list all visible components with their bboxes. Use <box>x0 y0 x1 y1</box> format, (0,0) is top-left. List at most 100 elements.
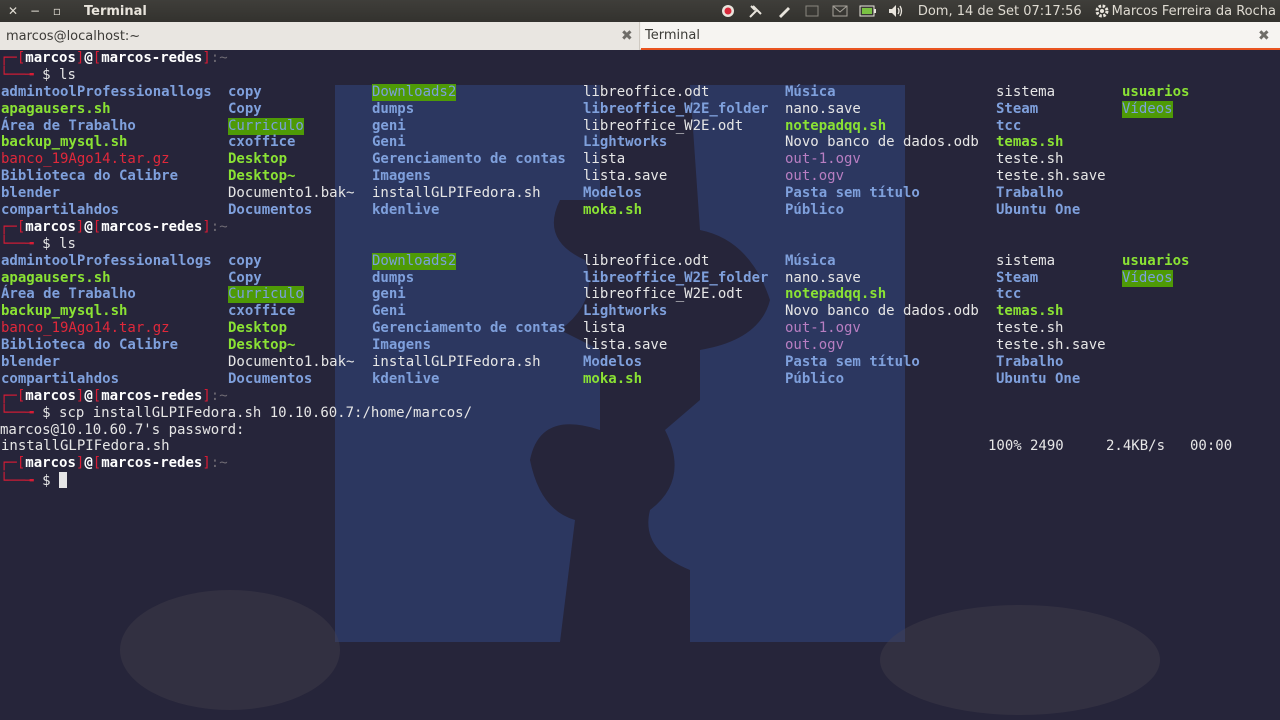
prompt-symbol: $ <box>42 66 51 83</box>
gear-icon <box>1092 0 1112 22</box>
prompt-command: └──╼ $ <box>0 472 1280 489</box>
scp-time: 00:00 <box>1190 438 1233 455</box>
tab-label: Terminal <box>645 27 700 43</box>
minimize-window-icon[interactable]: − <box>24 4 46 18</box>
tab-localhost[interactable]: marcos@localhost:~ ✖ <box>0 22 640 50</box>
file-entry: libreoffice_W2E_folder <box>583 269 769 286</box>
file-entry: dumps <box>372 100 415 117</box>
file-entry: Ubuntu One <box>996 370 1081 387</box>
file-entry: Curriculo <box>228 117 304 135</box>
ls-row: Biblioteca do Calibre Desktop~ Imagens list… <box>0 168 1280 185</box>
file-entry: sistema <box>996 83 1056 100</box>
prompt-host: marcos-redes <box>101 387 203 404</box>
file-entry: libreoffice_W2E.odt <box>583 286 744 303</box>
prompt-sep: [ <box>92 455 102 472</box>
pen-icon[interactable] <box>770 0 798 22</box>
tab-label: marcos@localhost:~ <box>6 28 141 44</box>
file-entry: Documentos <box>228 370 313 387</box>
close-tab-icon[interactable]: ✖ <box>1258 28 1270 44</box>
window-icon[interactable] <box>798 0 826 22</box>
file-entry: Área de Trabalho <box>1 286 136 303</box>
file-entry: temas.sh <box>996 303 1064 320</box>
prompt-corner: ┌─[ <box>0 218 26 235</box>
ls-row: compartilahdos Documentos kdenlive moka.sh P… <box>0 371 1280 388</box>
file-entry: kdenlive <box>372 370 440 387</box>
tab-terminal[interactable]: Terminal ✖ <box>641 22 1280 50</box>
file-entry: Pasta sem título <box>785 354 920 371</box>
close-window-icon[interactable]: ✕ <box>2 4 24 18</box>
record-icon[interactable] <box>714 0 742 22</box>
file-entry: copy <box>228 83 262 100</box>
user-menu[interactable]: Marcos Ferreira da Rocha <box>1092 0 1276 22</box>
file-entry: Modelos <box>583 354 643 371</box>
prompt-arrow: └──╼ <box>0 404 43 421</box>
prompt-sep: ] <box>202 387 211 404</box>
terminal-area[interactable]: ┌─[marcos]@[marcos-redes]:~ └──╼ $ ls admi… <box>0 50 1280 720</box>
user-name: Marcos Ferreira da Rocha <box>1111 3 1276 19</box>
file-entry: libreoffice_W2E_folder <box>583 100 769 117</box>
file-entry: lista.save <box>583 168 668 185</box>
file-entry: installGLPIFedora.sh <box>372 185 541 202</box>
ls-row: admintoolProfessionallogs copy Downloads2 l… <box>0 83 1280 101</box>
file-entry: admintoolProfessionallogs <box>1 83 212 100</box>
file-entry: Pasta sem título <box>785 185 920 202</box>
file-entry: Gerenciamento de contas <box>372 320 566 337</box>
prompt-user: marcos <box>25 387 76 404</box>
file-entry: Biblioteca do Calibre <box>1 168 179 185</box>
battery-icon[interactable] <box>854 0 882 22</box>
clock[interactable]: Dom, 14 de Set 07:17:56 <box>918 4 1082 19</box>
file-entry: apagausers.sh <box>1 100 111 117</box>
ls-row: Biblioteca do Calibre Desktop~ Imagens list… <box>0 337 1280 354</box>
file-entry: backup_mysql.sh <box>1 134 128 151</box>
file-entry: Ubuntu One <box>996 202 1081 219</box>
password-prompt: marcos@10.10.60.7's password: <box>0 422 1280 439</box>
volume-icon[interactable] <box>882 0 910 22</box>
file-entry: teste.sh.save <box>996 168 1106 185</box>
prompt-header: ┌─[marcos]@[marcos-redes]:~ <box>0 455 1280 472</box>
file-entry: Desktop~ <box>228 168 296 185</box>
prompt-host: marcos-redes <box>101 455 203 472</box>
ls-row: backup_mysql.sh cxoffice Geni Lightworks Nov… <box>0 303 1280 320</box>
drawing-tool-icon[interactable] <box>742 0 770 22</box>
prompt-command: └──╼ $ scp installGLPIFedora.sh 10.10.60… <box>0 405 1280 422</box>
file-entry: Desktop <box>228 151 288 168</box>
file-entry: blender <box>1 185 61 202</box>
prompt-tilde: :~ <box>210 218 228 235</box>
close-tab-icon[interactable]: ✖ <box>621 28 633 44</box>
file-entry: Vídeos <box>1122 100 1173 118</box>
file-entry: sistema <box>996 252 1056 269</box>
file-entry: blender <box>1 354 61 371</box>
scp-file: installGLPIFedora.sh <box>1 438 170 455</box>
prompt-sep: [ <box>92 50 102 66</box>
file-entry: Steam <box>996 100 1039 117</box>
prompt-sep: [ <box>92 218 102 235</box>
ls-row: Área de Trabalho Curriculo geni libreoffice… <box>0 286 1280 304</box>
command-text: scp installGLPIFedora.sh 10.10.60.7:/hom… <box>59 404 473 421</box>
file-entry: Lightworks <box>583 134 668 151</box>
file-entry: Público <box>785 202 845 219</box>
ls-row: admintoolProfessionallogs copy Downloads2 l… <box>0 252 1280 270</box>
file-entry: moka.sh <box>583 370 643 387</box>
ls-row: apagausers.sh Copy dumps libreoffice_W2E_fo… <box>0 269 1280 287</box>
file-entry: notepadqq.sh <box>785 286 887 303</box>
prompt-user: marcos <box>25 455 76 472</box>
command-text: ls <box>59 66 76 83</box>
file-entry: Geni <box>372 303 406 320</box>
file-entry: out-1.ogv <box>785 151 861 168</box>
file-entry: geni <box>372 117 406 134</box>
file-entry: Público <box>785 370 845 387</box>
file-entry: Documento1.bak~ <box>228 354 355 371</box>
prompt-arrow: └──╼ <box>0 473 43 490</box>
text-cursor[interactable] <box>59 472 68 489</box>
mail-icon[interactable] <box>826 0 854 22</box>
ls-row: blender Documento1.bak~ installGLPIFedora.… <box>0 185 1280 202</box>
maximize-window-icon[interactable]: ▫ <box>46 4 68 18</box>
scp-progress: installGLPIFedora.sh 100% 2490 2.4KB/s 00:00 <box>0 438 1280 455</box>
file-entry: Downloads2 <box>372 252 457 270</box>
file-entry: Documento1.bak~ <box>228 185 355 202</box>
system-tray: Dom, 14 de Set 07:17:56 Marcos Ferreira … <box>714 0 1280 22</box>
ls-row: apagausers.sh Copy dumps libreoffice_W2E_fo… <box>0 100 1280 118</box>
prompt-arrow: └──╼ <box>0 235 43 252</box>
